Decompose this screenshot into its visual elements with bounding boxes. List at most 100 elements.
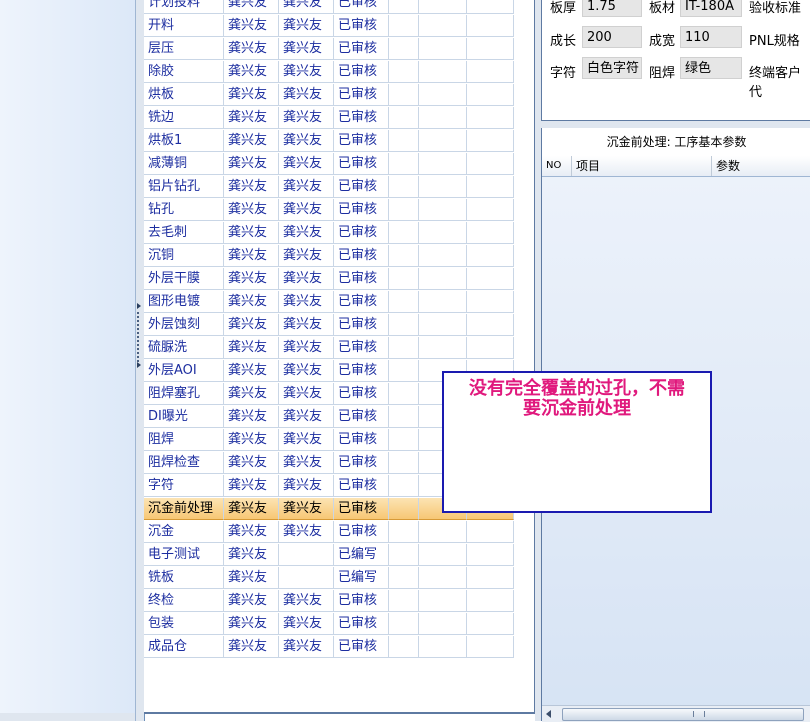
empty-cell[interactable] xyxy=(467,107,514,129)
empty-cell[interactable] xyxy=(419,567,467,589)
empty-cell[interactable] xyxy=(467,15,514,37)
status-cell[interactable]: 已审核 xyxy=(334,406,389,428)
empty-cell[interactable] xyxy=(389,61,419,83)
material-field[interactable]: IT-180A xyxy=(680,0,742,17)
table-row[interactable]: 成品仓 龚兴友 龚兴友 已审核 xyxy=(144,636,514,659)
creator-cell[interactable]: 龚兴友 xyxy=(224,15,279,37)
reviewer-cell[interactable]: 龚兴友 xyxy=(279,15,334,37)
table-row[interactable]: 包装 龚兴友 龚兴友 已审核 xyxy=(144,613,514,636)
reviewer-cell[interactable]: 龚兴友 xyxy=(279,291,334,313)
status-cell[interactable]: 已审核 xyxy=(334,521,389,543)
reviewer-cell[interactable]: 龚兴友 xyxy=(279,452,334,474)
empty-cell[interactable] xyxy=(389,245,419,267)
empty-cell[interactable] xyxy=(419,337,467,359)
empty-cell[interactable] xyxy=(389,406,419,428)
creator-cell[interactable]: 龚兴友 xyxy=(224,222,279,244)
reviewer-cell[interactable]: 龚兴友 xyxy=(279,268,334,290)
creator-cell[interactable]: 龚兴友 xyxy=(224,590,279,612)
empty-cell[interactable] xyxy=(389,153,419,175)
empty-cell[interactable] xyxy=(419,38,467,60)
process-name-cell[interactable]: 字符 xyxy=(144,475,224,497)
creator-cell[interactable]: 龚兴友 xyxy=(224,521,279,543)
creator-cell[interactable]: 龚兴友 xyxy=(224,84,279,106)
process-name-cell[interactable]: 图形电镀 xyxy=(144,291,224,313)
process-name-cell[interactable]: 除胶 xyxy=(144,61,224,83)
empty-cell[interactable] xyxy=(389,199,419,221)
empty-cell[interactable] xyxy=(419,15,467,37)
status-cell[interactable]: 已审核 xyxy=(334,107,389,129)
empty-cell[interactable] xyxy=(467,521,514,543)
reviewer-cell[interactable]: 龚兴友 xyxy=(279,107,334,129)
empty-cell[interactable] xyxy=(389,498,419,520)
reviewer-cell[interactable]: 龚兴友 xyxy=(279,314,334,336)
thickness-field[interactable]: 1.75 xyxy=(582,0,642,17)
reviewer-cell[interactable] xyxy=(279,544,334,566)
process-name-cell[interactable]: 硫脲洗 xyxy=(144,337,224,359)
empty-cell[interactable] xyxy=(467,590,514,612)
status-cell[interactable]: 已审核 xyxy=(334,130,389,152)
process-name-cell[interactable]: 铣边 xyxy=(144,107,224,129)
empty-cell[interactable] xyxy=(389,337,419,359)
reviewer-cell[interactable]: 龚兴友 xyxy=(279,406,334,428)
process-name-cell[interactable]: 电子测试 xyxy=(144,544,224,566)
process-name-cell[interactable]: 阻焊塞孔 xyxy=(144,383,224,405)
creator-cell[interactable]: 龚兴友 xyxy=(224,567,279,589)
status-cell[interactable]: 已审核 xyxy=(334,0,389,14)
horizontal-scrollbar[interactable] xyxy=(542,705,810,722)
empty-cell[interactable] xyxy=(419,61,467,83)
empty-cell[interactable] xyxy=(419,245,467,267)
empty-cell[interactable] xyxy=(419,590,467,612)
status-cell[interactable]: 已审核 xyxy=(334,245,389,267)
empty-cell[interactable] xyxy=(467,337,514,359)
empty-cell[interactable] xyxy=(419,0,467,14)
empty-cell[interactable] xyxy=(419,268,467,290)
table-row[interactable]: 铣板 龚兴友 已编写 xyxy=(144,567,514,590)
status-cell[interactable]: 已审核 xyxy=(334,153,389,175)
creator-cell[interactable]: 龚兴友 xyxy=(224,429,279,451)
empty-cell[interactable] xyxy=(389,360,419,382)
reviewer-cell[interactable]: 龚兴友 xyxy=(279,590,334,612)
process-name-cell[interactable]: 烘板 xyxy=(144,84,224,106)
table-row[interactable]: 电子测试 龚兴友 已编写 xyxy=(144,544,514,567)
col-header-no[interactable]: NO xyxy=(542,156,572,176)
empty-cell[interactable] xyxy=(389,291,419,313)
status-cell[interactable]: 已审核 xyxy=(334,176,389,198)
empty-cell[interactable] xyxy=(467,84,514,106)
empty-cell[interactable] xyxy=(467,61,514,83)
process-name-cell[interactable]: 去毛刺 xyxy=(144,222,224,244)
creator-cell[interactable]: 龚兴友 xyxy=(224,383,279,405)
empty-cell[interactable] xyxy=(389,544,419,566)
reviewer-cell[interactable]: 龚兴友 xyxy=(279,84,334,106)
empty-cell[interactable] xyxy=(467,176,514,198)
empty-cell[interactable] xyxy=(389,429,419,451)
empty-cell[interactable] xyxy=(389,567,419,589)
empty-cell[interactable] xyxy=(389,636,419,658)
empty-cell[interactable] xyxy=(389,314,419,336)
reviewer-cell[interactable]: 龚兴友 xyxy=(279,383,334,405)
creator-cell[interactable]: 龚兴友 xyxy=(224,475,279,497)
silkscreen-field[interactable]: 白色字符 xyxy=(582,57,642,79)
table-row[interactable]: 钻孔 龚兴友 龚兴友 已审核 xyxy=(144,199,514,222)
creator-cell[interactable]: 龚兴友 xyxy=(224,61,279,83)
creator-cell[interactable]: 龚兴友 xyxy=(224,636,279,658)
creator-cell[interactable]: 龚兴友 xyxy=(224,268,279,290)
creator-cell[interactable]: 龚兴友 xyxy=(224,406,279,428)
reviewer-cell[interactable]: 龚兴友 xyxy=(279,337,334,359)
process-name-cell[interactable]: 包装 xyxy=(144,613,224,635)
table-row[interactable]: 外层干膜 龚兴友 龚兴友 已审核 xyxy=(144,268,514,291)
empty-cell[interactable] xyxy=(419,107,467,129)
empty-cell[interactable] xyxy=(419,521,467,543)
process-name-cell[interactable]: 层压 xyxy=(144,38,224,60)
process-name-cell[interactable]: 烘板1 xyxy=(144,130,224,152)
status-cell[interactable]: 已审核 xyxy=(334,199,389,221)
table-row[interactable]: 减薄铜 龚兴友 龚兴友 已审核 xyxy=(144,153,514,176)
process-name-cell[interactable]: 终检 xyxy=(144,590,224,612)
creator-cell[interactable]: 龚兴友 xyxy=(224,498,279,520)
status-cell[interactable]: 已审核 xyxy=(334,452,389,474)
status-cell[interactable]: 已审核 xyxy=(334,613,389,635)
empty-cell[interactable] xyxy=(467,38,514,60)
empty-cell[interactable] xyxy=(419,613,467,635)
status-cell[interactable]: 已审核 xyxy=(334,590,389,612)
reviewer-cell[interactable]: 龚兴友 xyxy=(279,360,334,382)
scroll-left-icon[interactable] xyxy=(546,710,551,718)
